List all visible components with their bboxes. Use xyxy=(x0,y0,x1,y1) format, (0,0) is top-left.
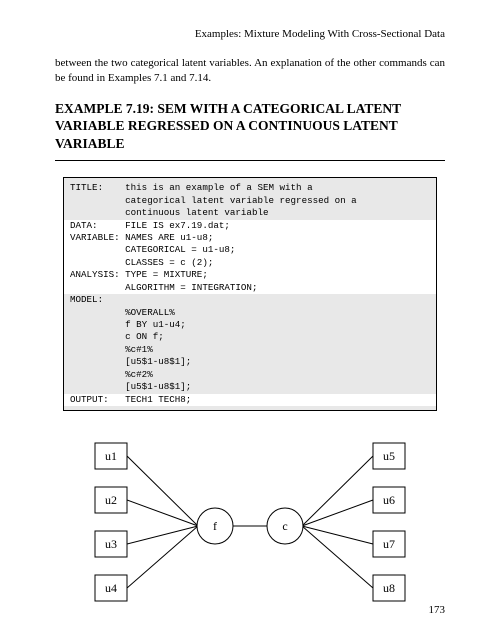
indicator-u3-label: u3 xyxy=(105,537,117,551)
indicator-u7-label: u7 xyxy=(383,537,395,551)
connector-c-u5 xyxy=(302,456,373,526)
intro-paragraph: between the two categorical latent varia… xyxy=(55,56,445,86)
indicator-u2-label: u2 xyxy=(105,493,117,507)
page-number: 173 xyxy=(429,604,446,616)
code-block: TITLE: this is an example of a SEM with … xyxy=(63,177,437,411)
connector-f-u1 xyxy=(127,456,198,526)
heading-rule xyxy=(55,160,445,161)
diagram-svg: u1 u2 u3 u4 u5 u6 u7 u8 f c xyxy=(85,431,415,621)
indicator-u8-label: u8 xyxy=(383,581,395,595)
indicator-u1-label: u1 xyxy=(105,449,117,463)
indicator-u5-label: u5 xyxy=(383,449,395,463)
latent-c-label: c xyxy=(282,519,287,533)
indicator-u6-label: u6 xyxy=(383,493,395,507)
sem-diagram: u1 u2 u3 u4 u5 u6 u7 u8 f c xyxy=(55,431,445,621)
running-header: Examples: Mixture Modeling With Cross-Se… xyxy=(55,28,445,40)
connector-f-u2 xyxy=(127,500,198,526)
code-segment: TITLE: this is an example of a SEM with … xyxy=(70,182,357,218)
indicator-u4-label: u4 xyxy=(105,581,117,595)
code-segment: OUTPUT: TECH1 TECH8; xyxy=(64,394,436,406)
connector-c-u6 xyxy=(302,500,373,526)
code-segment: DATA: FILE IS ex7.19.dat; VARIABLE: NAME… xyxy=(64,220,436,295)
section-heading: EXAMPLE 7.19: SEM WITH A CATEGORICAL LAT… xyxy=(55,100,445,153)
code-segment: MODEL: %OVERALL% f BY u1-u4; c ON f; %c#… xyxy=(70,294,191,392)
latent-f-label: f xyxy=(213,519,217,533)
